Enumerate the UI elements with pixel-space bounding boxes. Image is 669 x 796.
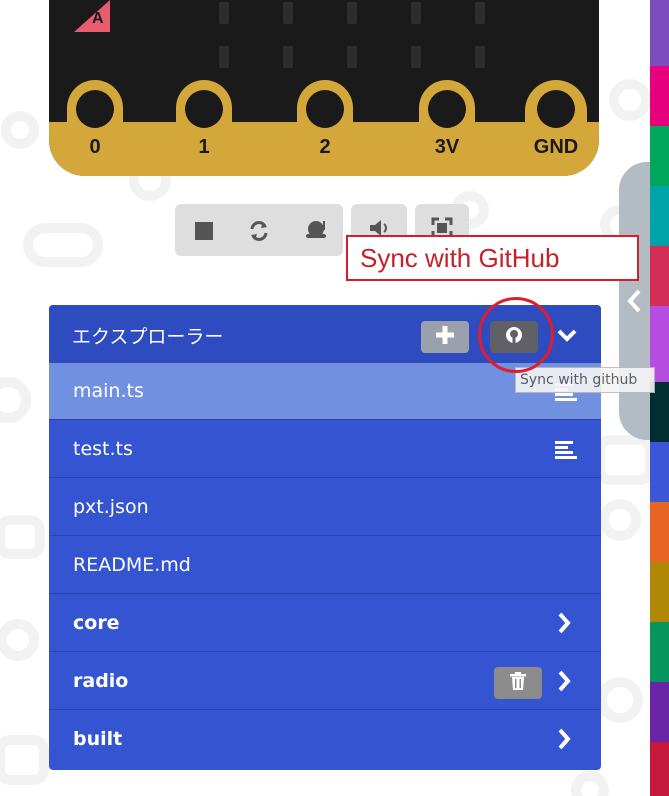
pin-2[interactable]: 2 (297, 80, 353, 176)
category-stripe (650, 442, 669, 502)
led (411, 2, 421, 24)
folder-name: radio (73, 670, 129, 692)
pin-3v[interactable]: 3V (419, 80, 475, 176)
pin-1[interactable]: 1 (176, 80, 232, 176)
category-stripe (650, 622, 669, 682)
led (475, 46, 485, 68)
pin-label: 1 (198, 136, 210, 158)
file-name: pxt.json (73, 496, 149, 518)
led (283, 46, 293, 68)
explorer-title: エクスプローラー (72, 326, 224, 348)
pin-label: GND (533, 136, 579, 158)
file-name: README.md (73, 554, 191, 576)
led (347, 46, 357, 68)
category-stripe (650, 66, 669, 126)
sim-button-group (175, 204, 343, 256)
file-row-pxt-json[interactable]: pxt.json (49, 479, 601, 536)
category-stripe (650, 742, 669, 796)
folder-name: core (73, 612, 120, 634)
pin-hole (306, 90, 344, 128)
category-stripe (650, 126, 669, 186)
led (219, 2, 229, 24)
folder-row-radio[interactable]: radio (49, 653, 601, 710)
led (283, 2, 293, 24)
led (475, 2, 485, 24)
category-stripe (650, 186, 669, 246)
category-stripe (650, 682, 669, 742)
snail-icon[interactable] (304, 219, 328, 243)
file-row-readme[interactable]: README.md (49, 537, 601, 594)
annotation-circle (478, 297, 554, 373)
folder-name: built (73, 728, 123, 750)
chevron-right-icon (557, 728, 571, 754)
add-file-button[interactable] (421, 321, 469, 353)
led (219, 46, 229, 68)
category-stripe (650, 0, 669, 66)
trash-icon (510, 672, 526, 694)
refresh-icon[interactable] (248, 220, 270, 246)
plus-icon (436, 326, 454, 348)
microbit-board[interactable]: A 0 1 2 3V GND (49, 0, 599, 176)
category-stripe (650, 562, 669, 622)
category-stripe (650, 502, 669, 562)
lines-icon (555, 441, 577, 463)
pin-0[interactable]: 0 (67, 80, 123, 176)
chevron-right-icon (557, 612, 571, 638)
pin-gnd[interactable]: GND (525, 80, 587, 176)
pin-hole (537, 90, 575, 128)
pin-label: 2 (319, 136, 331, 158)
file-row-test-ts[interactable]: test.ts (49, 421, 601, 478)
pin-label: 0 (89, 136, 101, 158)
stop-icon[interactable] (195, 222, 213, 244)
pin-hole (76, 90, 114, 128)
file-name: main.ts (73, 380, 144, 402)
pin-hole (185, 90, 223, 128)
github-tooltip: Sync with github (515, 367, 655, 393)
annotation-callout: Sync with GitHub (346, 235, 639, 281)
chevron-right-icon (557, 670, 571, 696)
chevron-left-icon (625, 288, 643, 318)
button-a-label: A (92, 10, 104, 27)
folder-row-core[interactable]: core (49, 595, 601, 652)
led (347, 2, 357, 24)
file-name: test.ts (73, 438, 133, 460)
delete-package-button[interactable] (494, 667, 542, 699)
pin-label: 3V (434, 136, 460, 158)
chevron-down-icon[interactable] (557, 327, 577, 346)
led (411, 46, 421, 68)
folder-row-built[interactable]: built (49, 711, 601, 768)
category-stripe (650, 246, 669, 306)
pin-hole (428, 90, 466, 128)
